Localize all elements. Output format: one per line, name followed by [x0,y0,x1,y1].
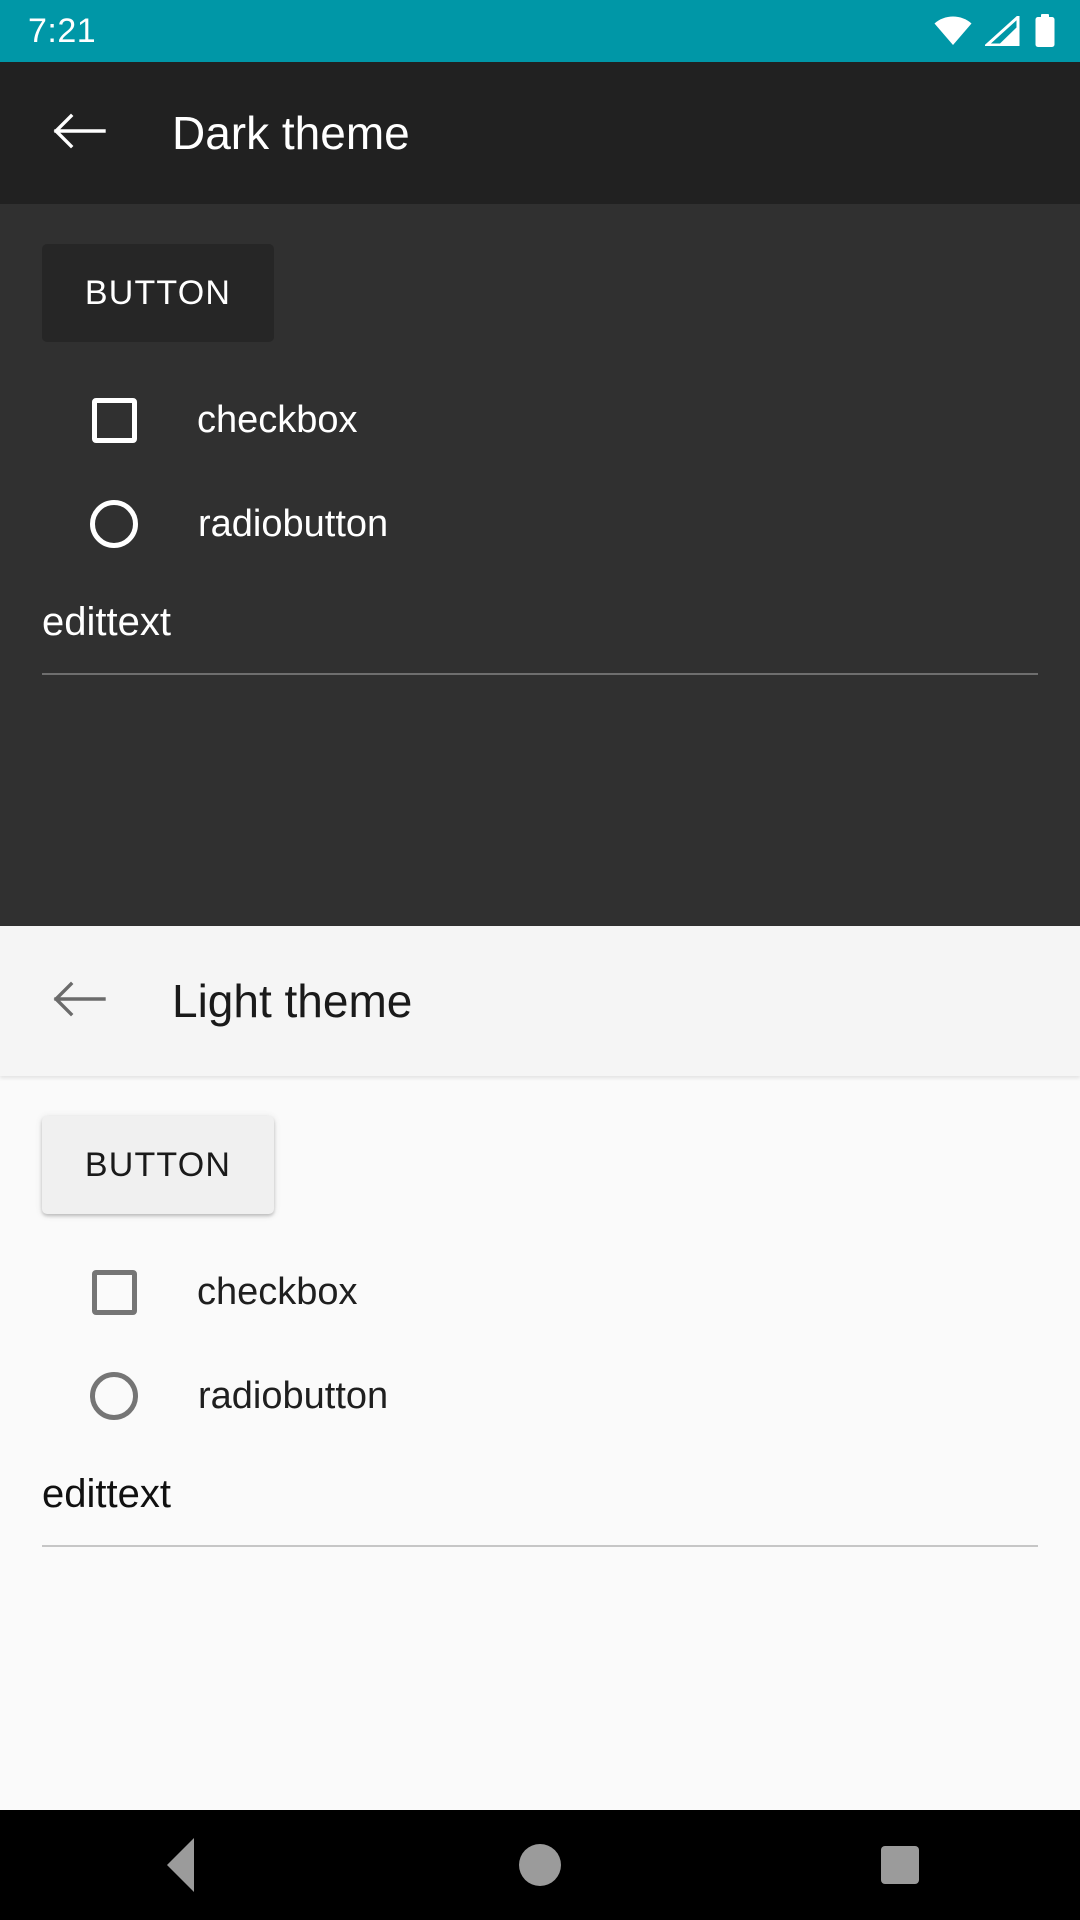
phone-screen: 7:21 Dark theme BUTTON checkbox radiobut… [0,0,1080,1920]
light-theme-content: BUTTON checkbox radiobutton edittext [0,1076,1080,1810]
status-bar: 7:21 [0,0,1080,62]
cellular-signal-icon [985,16,1021,46]
battery-icon [1034,14,1056,48]
arrow-back-icon [52,111,106,156]
dark-edittext-value[interactable]: edittext [42,600,1038,673]
dark-theme-title: Dark theme [172,107,410,159]
checkbox-icon[interactable] [92,397,137,443]
dark-theme-appbar: Dark theme [0,62,1080,204]
wifi-icon [934,16,972,46]
light-back-button[interactable] [42,964,116,1038]
nav-back-button[interactable] [90,1810,270,1920]
light-theme-button[interactable]: BUTTON [42,1116,274,1214]
radiobutton-icon[interactable] [90,1372,138,1420]
circle-home-icon [519,1844,561,1886]
checkbox-icon[interactable] [92,1269,137,1315]
square-recents-icon [881,1846,919,1884]
light-theme-appbar: Light theme [0,926,1080,1076]
light-edittext-underline [42,1545,1038,1547]
light-edittext-value[interactable]: edittext [42,1472,1038,1545]
dark-radiobutton-label: radiobutton [198,502,389,545]
light-edittext[interactable]: edittext [42,1472,1038,1547]
dark-theme-section: Dark theme BUTTON checkbox radiobutton e… [0,62,1080,926]
dark-radiobutton-row[interactable]: radiobutton [42,472,1038,576]
nav-recents-button[interactable] [810,1810,990,1920]
dark-edittext-underline [42,673,1038,675]
light-theme-section: Light theme BUTTON checkbox radiobutton … [0,926,1080,1810]
dark-back-button[interactable] [42,96,116,170]
dark-theme-button[interactable]: BUTTON [42,244,274,342]
radiobutton-icon[interactable] [90,500,138,548]
light-checkbox-label: checkbox [197,1270,358,1313]
triangle-back-icon [166,1838,194,1892]
arrow-back-icon [52,979,106,1024]
dark-theme-content: BUTTON checkbox radiobutton edittext [0,204,1080,926]
android-navigation-bar [0,1810,1080,1920]
dark-checkbox-label: checkbox [197,398,358,441]
light-checkbox-row[interactable]: checkbox [42,1240,1038,1344]
status-bar-icons [934,14,1056,48]
status-bar-clock: 7:21 [28,12,97,50]
light-radiobutton-row[interactable]: radiobutton [42,1344,1038,1448]
light-radiobutton-label: radiobutton [198,1374,389,1417]
dark-checkbox-row[interactable]: checkbox [42,368,1038,472]
dark-edittext[interactable]: edittext [42,600,1038,675]
nav-home-button[interactable] [450,1810,630,1920]
light-theme-title: Light theme [172,975,413,1027]
